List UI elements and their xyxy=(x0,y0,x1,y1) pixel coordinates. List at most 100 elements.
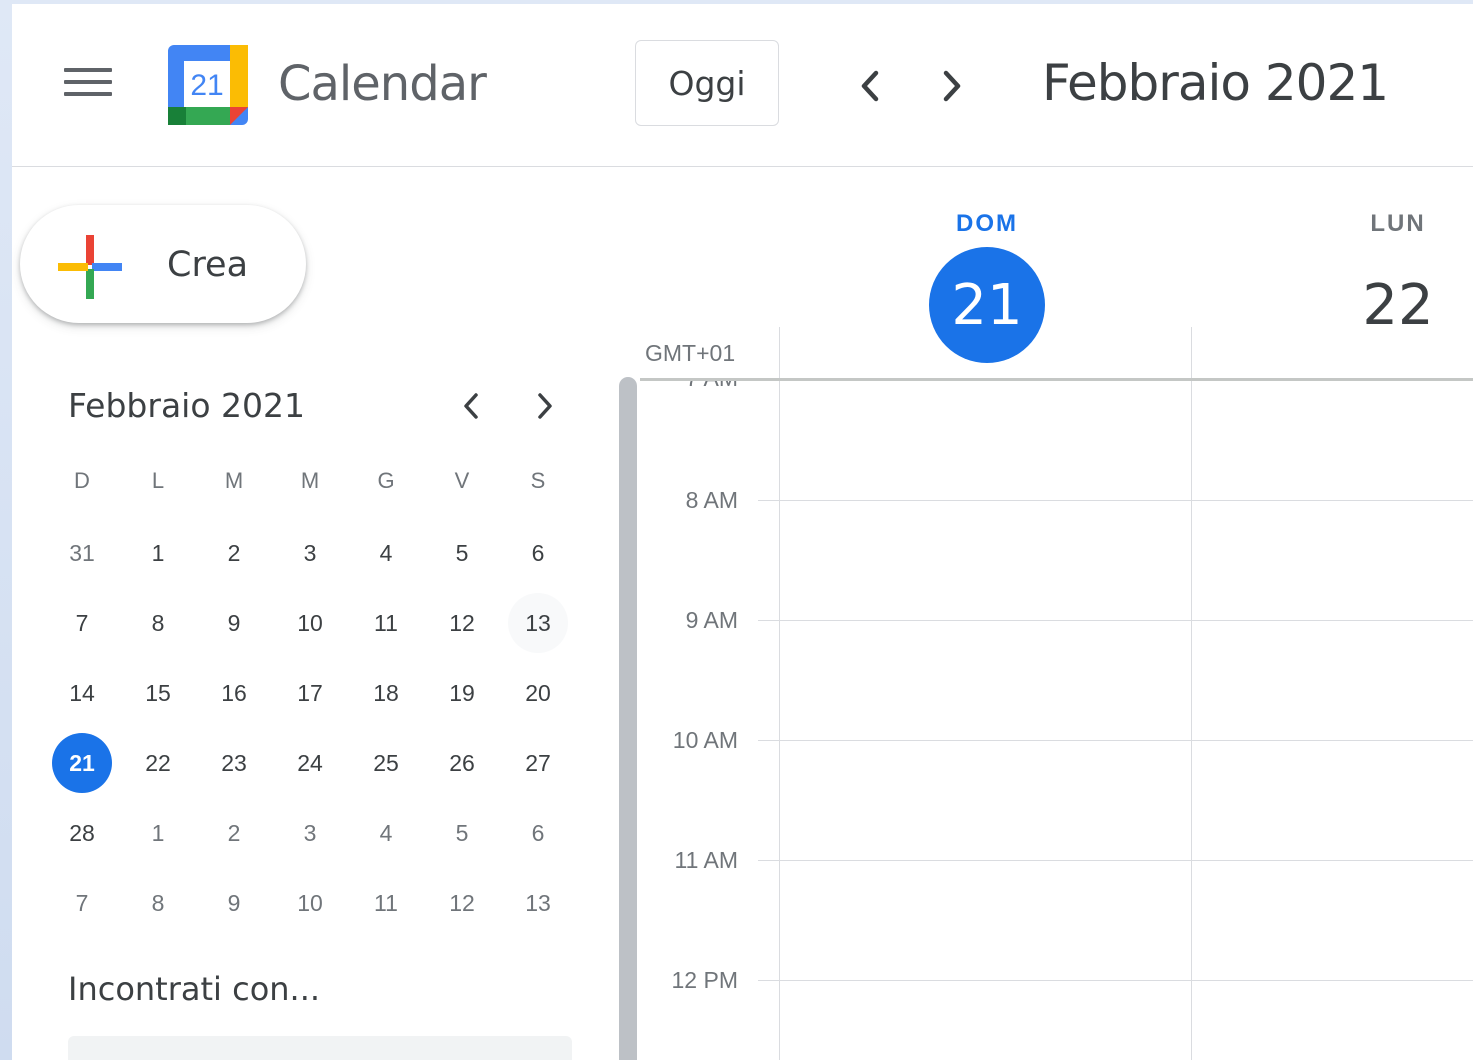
people-search-input[interactable] xyxy=(68,1036,572,1060)
mini-calendar-day[interactable]: 12 xyxy=(424,588,500,658)
mini-calendar-day[interactable]: 12 xyxy=(424,868,500,938)
day-number: 31 xyxy=(69,539,95,566)
day-number: 12 xyxy=(449,889,475,916)
calendar-app: 21 Calendar Oggi Febbraio 2021 Crea Febb… xyxy=(12,4,1473,1060)
next-period-button[interactable] xyxy=(929,64,973,108)
day-number: 10 xyxy=(297,889,323,916)
mini-calendar-day[interactable]: 1 xyxy=(120,798,196,868)
day-number: 5 xyxy=(455,819,469,846)
mini-calendar-day[interactable]: 9 xyxy=(196,588,272,658)
today-button[interactable]: Oggi xyxy=(635,40,779,126)
hour-label: 10 AM xyxy=(672,727,738,753)
mini-calendar-day[interactable]: 17 xyxy=(272,658,348,728)
mini-calendar-day-hovered[interactable]: 13 xyxy=(500,588,576,658)
day-number: 20 xyxy=(525,679,551,706)
day-number: 1 xyxy=(151,819,165,846)
mini-calendar-day[interactable]: 18 xyxy=(348,658,424,728)
day-number: 19 xyxy=(449,679,475,706)
mini-calendar-day[interactable]: 14 xyxy=(44,658,120,728)
mini-calendar-day[interactable]: 3 xyxy=(272,798,348,868)
mini-calendar-day[interactable]: 31 xyxy=(44,518,120,588)
mini-calendar-day[interactable]: 2 xyxy=(196,518,272,588)
day-number: 14 xyxy=(69,679,95,706)
mini-calendar-day[interactable]: 11 xyxy=(348,588,424,658)
mini-calendar-day[interactable]: 3 xyxy=(272,518,348,588)
mini-calendar-day[interactable]: 15 xyxy=(120,658,196,728)
mini-calendar-day[interactable]: 8 xyxy=(120,868,196,938)
day-column-monday[interactable] xyxy=(1192,381,1473,1060)
mini-calendar-day[interactable]: 9 xyxy=(196,868,272,938)
mini-calendar-day[interactable]: 28 xyxy=(44,798,120,868)
mini-calendar-next-button[interactable] xyxy=(523,384,567,428)
hour-label: 9 AM xyxy=(685,607,738,633)
mini-calendar-day[interactable]: 4 xyxy=(348,518,424,588)
day-number: 9 xyxy=(227,889,241,916)
calendar-logo-icon: 21 xyxy=(168,45,248,125)
day-number: 10 xyxy=(297,609,323,636)
main-menu-icon[interactable] xyxy=(64,68,112,104)
hour-label: 7 AM xyxy=(628,381,738,392)
mini-calendar-day[interactable]: 5 xyxy=(424,518,500,588)
previous-period-button[interactable] xyxy=(849,64,893,108)
day-name: DOM xyxy=(956,210,1018,237)
mini-calendar-day[interactable]: 2 xyxy=(196,798,272,868)
day-number: 2 xyxy=(227,819,241,846)
weekday-label: G xyxy=(377,468,395,493)
day-column-sunday[interactable] xyxy=(780,381,1191,1060)
day-number: 4 xyxy=(379,539,393,566)
mini-calendar-day-today[interactable]: 21 xyxy=(44,728,120,798)
day-number: 24 xyxy=(297,749,323,776)
chevron-left-icon xyxy=(464,393,478,419)
hour-label: 8 AM xyxy=(685,487,738,513)
day-number: 13 xyxy=(508,593,568,653)
mini-calendar-day[interactable]: 10 xyxy=(272,868,348,938)
chevron-left-icon xyxy=(861,70,879,102)
mini-calendar-day[interactable]: 1 xyxy=(120,518,196,588)
weekday-label: V xyxy=(454,468,470,493)
mini-calendar-day[interactable]: 7 xyxy=(44,588,120,658)
hour-label: 11 AM xyxy=(674,847,739,873)
mini-calendar-day[interactable]: 6 xyxy=(500,798,576,868)
mini-calendar-day[interactable]: 23 xyxy=(196,728,272,798)
mini-calendar-day[interactable]: 22 xyxy=(120,728,196,798)
day-header-monday: LUN xyxy=(1348,210,1448,238)
mini-calendar-day[interactable]: 16 xyxy=(196,658,272,728)
mini-calendar-day[interactable]: 24 xyxy=(272,728,348,798)
mini-calendar-day[interactable]: 13 xyxy=(500,868,576,938)
day-number: 11 xyxy=(374,609,398,636)
mini-calendar-day[interactable]: 26 xyxy=(424,728,500,798)
day-name: LUN xyxy=(1370,210,1426,237)
day-number: 9 xyxy=(227,609,241,636)
mini-calendar-prev-button[interactable] xyxy=(449,384,493,428)
day-number: 8 xyxy=(151,889,165,916)
create-button[interactable]: Crea xyxy=(20,205,306,323)
mini-calendar-day[interactable]: 19 xyxy=(424,658,500,728)
day-number[interactable]: 22 xyxy=(1340,247,1456,363)
day-number: 27 xyxy=(525,749,551,776)
day-number: 13 xyxy=(525,889,551,916)
chevron-right-icon xyxy=(538,393,552,419)
day-number-today[interactable]: 21 xyxy=(929,247,1045,363)
mini-calendar-day[interactable]: 4 xyxy=(348,798,424,868)
mini-calendar-day[interactable]: 27 xyxy=(500,728,576,798)
day-number: 1 xyxy=(151,539,165,566)
day-number: 21 xyxy=(52,733,112,793)
day-number: 7 xyxy=(75,889,89,916)
day-number: 15 xyxy=(145,679,171,706)
chevron-right-icon xyxy=(943,70,961,102)
mini-calendar-day[interactable]: 7 xyxy=(44,868,120,938)
day-number: 16 xyxy=(221,679,247,706)
mini-calendar-day[interactable]: 25 xyxy=(348,728,424,798)
mini-calendar-day[interactable]: 20 xyxy=(500,658,576,728)
mini-calendar-day[interactable]: 8 xyxy=(120,588,196,658)
mini-calendar-day[interactable]: 11 xyxy=(348,868,424,938)
weekday-label: M xyxy=(224,468,244,493)
day-number: 3 xyxy=(303,819,317,846)
mini-calendar-day[interactable]: 5 xyxy=(424,798,500,868)
mini-calendar-title: Febbraio 2021 xyxy=(68,386,305,425)
mini-calendar-day[interactable]: 10 xyxy=(272,588,348,658)
mini-calendar-day[interactable]: 6 xyxy=(500,518,576,588)
day-number: 6 xyxy=(531,539,545,566)
sidebar-scrollbar[interactable] xyxy=(619,377,637,1060)
day-number: 25 xyxy=(373,749,399,776)
